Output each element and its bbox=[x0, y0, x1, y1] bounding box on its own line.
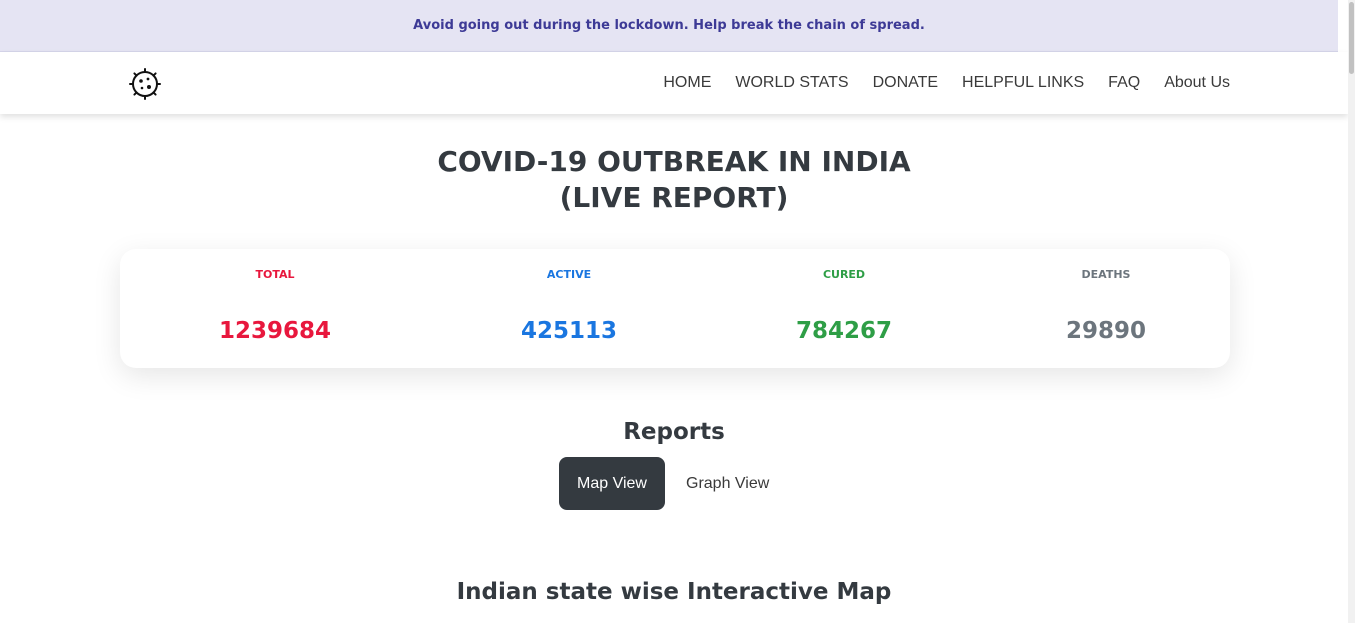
page-title-line2: (LIVE REPORT) bbox=[559, 181, 789, 214]
stat-cured-label: CURED bbox=[822, 268, 866, 281]
nav-about-us-link[interactable]: About Us bbox=[1164, 74, 1230, 92]
page-title: COVID-19 OUTBREAK IN INDIA (LIVE REPORT) bbox=[0, 144, 1348, 216]
nav-home-link[interactable]: HOME bbox=[663, 74, 711, 92]
announcement-banner: Avoid going out during the lockdown. Hel… bbox=[0, 0, 1338, 52]
scrollbar-thumb[interactable] bbox=[1349, 2, 1354, 74]
tab-graph-view[interactable]: Graph View bbox=[665, 457, 790, 510]
stat-deaths-label: DEATHS bbox=[1081, 268, 1131, 281]
stat-deaths-value: 29890 bbox=[1065, 318, 1147, 344]
report-view-tabs: Map View Graph View bbox=[559, 457, 790, 510]
nav-world-stats-link[interactable]: WORLD STATS bbox=[735, 74, 848, 92]
stat-active-label: ACTIVE bbox=[546, 268, 592, 281]
stat-cured-value: 784267 bbox=[795, 318, 893, 344]
nav-donate-link[interactable]: DONATE bbox=[873, 74, 938, 92]
page-title-line1: COVID-19 OUTBREAK IN INDIA bbox=[437, 145, 911, 178]
nav-faq-link[interactable]: FAQ bbox=[1108, 74, 1140, 92]
reports-heading: Reports bbox=[623, 419, 725, 445]
virus-icon[interactable] bbox=[128, 67, 162, 101]
navbar: HOME WORLD STATS DONATE HELPFUL LINKS FA… bbox=[0, 52, 1348, 114]
stat-active-value: 425113 bbox=[520, 318, 618, 344]
banner-text: Avoid going out during the lockdown. Hel… bbox=[413, 18, 925, 33]
stat-total-value: 1239684 bbox=[218, 318, 332, 344]
tab-map-view[interactable]: Map View bbox=[559, 457, 665, 510]
map-heading: Indian state wise Interactive Map bbox=[456, 579, 892, 605]
stats-card: TOTAL 1239684 ACTIVE 425113 CURED 784267… bbox=[120, 249, 1230, 368]
stat-total-label: TOTAL bbox=[255, 268, 295, 281]
nav-links: HOME WORLD STATS DONATE HELPFUL LINKS FA… bbox=[663, 52, 1230, 114]
page-scrollbar[interactable] bbox=[1348, 0, 1355, 623]
nav-helpful-links-link[interactable]: HELPFUL LINKS bbox=[962, 74, 1084, 92]
